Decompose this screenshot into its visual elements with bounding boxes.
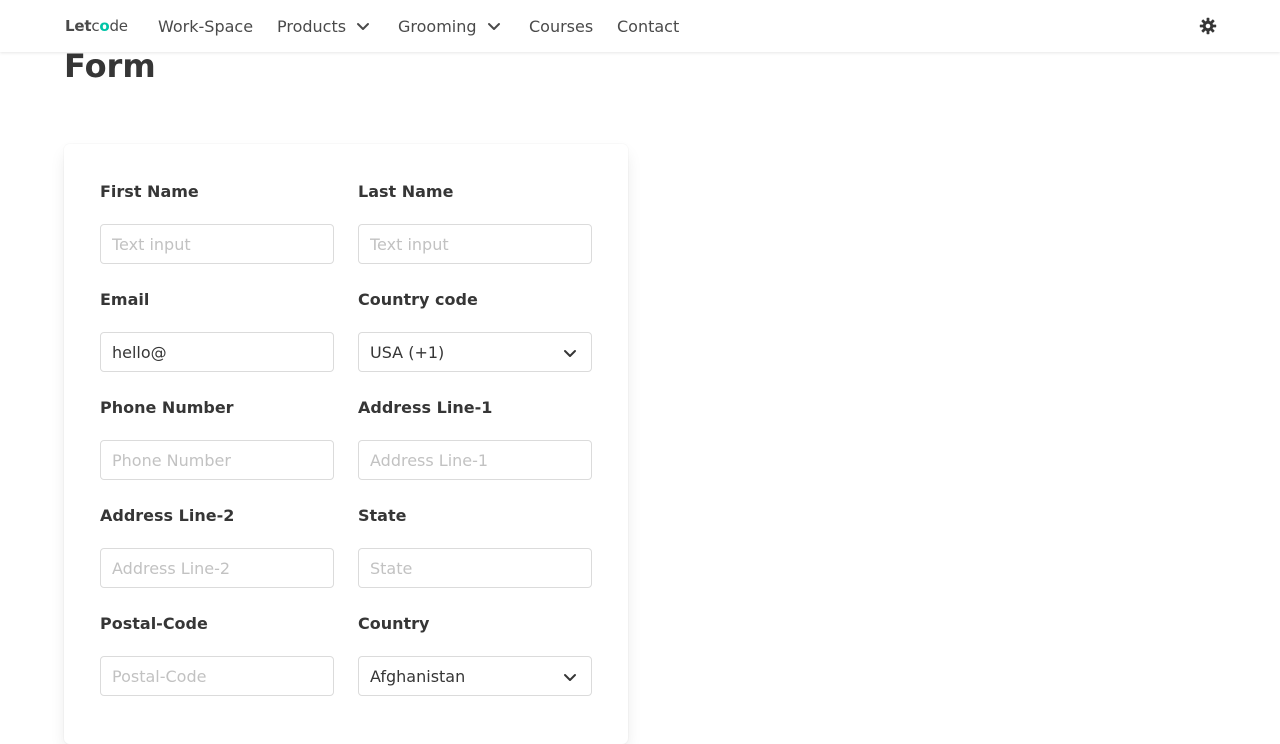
country-label: Country <box>358 614 430 633</box>
address-line-1-field: Address Line-1 <box>358 396 592 480</box>
first-name-input[interactable] <box>100 224 334 264</box>
logo-let: Let <box>65 17 92 35</box>
country-code-field: Country code USA (+1) <box>358 288 592 372</box>
chevron-down-icon <box>564 674 576 681</box>
chevron-down-icon <box>357 23 370 30</box>
nav-item-courses[interactable]: Courses <box>529 0 593 52</box>
address-line-2-field: Address Line-2 <box>100 504 334 588</box>
email-label: Email <box>100 290 150 309</box>
last-name-input[interactable] <box>358 224 592 264</box>
address-line-2-input[interactable] <box>100 548 334 588</box>
form-card: First Name Last Name Email Country code … <box>64 144 628 744</box>
email-field: Email <box>100 288 334 372</box>
nav-item-products[interactable]: Products <box>277 0 370 52</box>
state-field: State <box>358 504 592 588</box>
address-line-1-input[interactable] <box>358 440 592 480</box>
chevron-down-icon <box>564 350 576 357</box>
phone-label: Phone Number <box>100 398 234 417</box>
first-name-field: First Name <box>100 180 334 264</box>
navbar: Let code Work-Space Products Grooming Co… <box>0 0 1280 52</box>
logo[interactable]: Let code <box>65 16 128 36</box>
chevron-down-icon <box>487 23 500 30</box>
country-code-value: USA (+1) <box>370 342 445 362</box>
nav-item-label: Work-Space <box>158 16 254 36</box>
postal-code-field: Postal-Code <box>100 612 334 696</box>
state-input[interactable] <box>358 548 592 588</box>
nav-item-grooming[interactable]: Grooming <box>398 0 501 52</box>
nav-item-label: Contact <box>617 16 680 36</box>
country-code-select[interactable]: USA (+1) <box>358 332 592 372</box>
email-input[interactable] <box>100 332 334 372</box>
nav-item-label: Products <box>277 16 347 36</box>
country-select[interactable]: Afghanistan <box>358 656 592 696</box>
gear-icon[interactable] <box>1198 16 1218 36</box>
state-label: State <box>358 506 407 525</box>
country-field: Country Afghanistan <box>358 612 592 696</box>
first-name-label: First Name <box>100 182 199 201</box>
phone-input[interactable] <box>100 440 334 480</box>
postal-code-label: Postal-Code <box>100 614 208 633</box>
phone-field: Phone Number <box>100 396 334 480</box>
country-code-label: Country code <box>358 290 478 309</box>
logo-code: code <box>91 17 128 35</box>
address-line-2-label: Address Line-2 <box>100 506 235 525</box>
nav-item-label: Courses <box>529 16 594 36</box>
postal-code-input[interactable] <box>100 656 334 696</box>
last-name-label: Last Name <box>358 182 454 201</box>
nav-item-workspace[interactable]: Work-Space <box>158 0 253 52</box>
last-name-field: Last Name <box>358 180 592 264</box>
nav-item-contact[interactable]: Contact <box>617 0 679 52</box>
nav-item-label: Grooming <box>398 16 477 36</box>
country-value: Afghanistan <box>370 666 466 686</box>
address-line-1-label: Address Line-1 <box>358 398 493 417</box>
